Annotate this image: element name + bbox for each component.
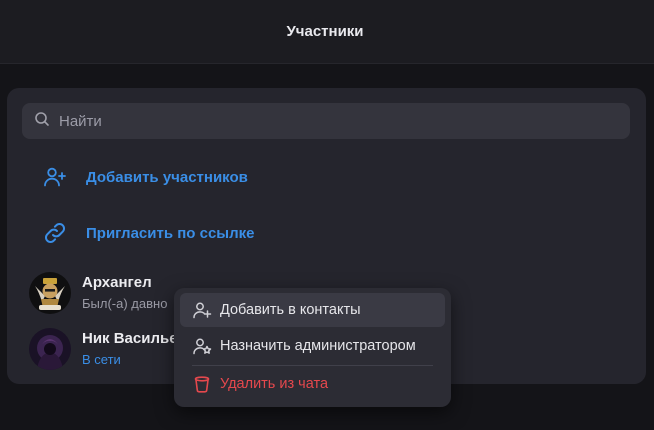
page-title: Участники — [286, 23, 364, 40]
add-user-icon — [43, 165, 67, 189]
add-contact-label: Добавить в контакты — [220, 302, 361, 318]
menu-item-make-admin[interactable]: Назначить администратором — [180, 329, 445, 363]
menu-item-add-contact[interactable]: Добавить в контакты — [180, 293, 445, 327]
invite-link-button[interactable]: Пригласить по ссылке — [22, 213, 630, 253]
add-members-button[interactable]: Добавить участников — [22, 157, 630, 197]
add-members-label: Добавить участников — [86, 168, 248, 186]
link-icon — [43, 221, 67, 245]
search-icon — [34, 111, 50, 132]
make-admin-label: Назначить администратором — [220, 338, 416, 354]
search-box[interactable] — [22, 103, 630, 139]
invite-link-label: Пригласить по ссылке — [86, 224, 255, 242]
member-name: Ник Васильев — [82, 330, 187, 347]
trash-icon — [192, 374, 212, 394]
menu-item-remove-from-chat[interactable]: Удалить из чата — [180, 367, 445, 401]
member-status: Был(-а) давно — [82, 296, 168, 311]
top-bar: Участники — [0, 0, 654, 64]
member-status: В сети — [82, 352, 121, 367]
menu-divider — [192, 365, 433, 366]
member-name: Архангел — [82, 274, 152, 291]
add-contact-icon — [192, 300, 212, 320]
context-menu: Добавить в контакты Назначить администра… — [174, 288, 451, 407]
search-input[interactable] — [59, 106, 619, 136]
admin-star-icon — [192, 336, 212, 356]
remove-from-chat-label: Удалить из чата — [220, 376, 329, 392]
avatar — [29, 272, 71, 314]
avatar — [29, 328, 71, 370]
